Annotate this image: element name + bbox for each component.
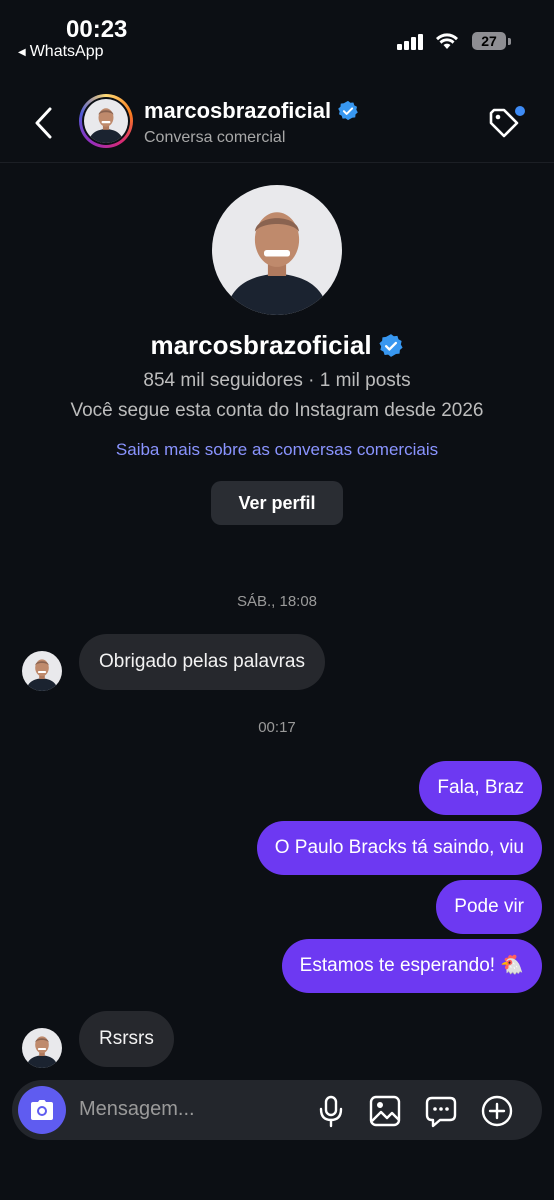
follow-since-text: Você segue esta conta do Instagram desde…	[70, 400, 484, 421]
cellular-signal-icon	[397, 34, 423, 50]
profile-name-text: marcosbrazoficial	[150, 330, 372, 360]
back-arrow-icon[interactable]	[30, 106, 58, 140]
verified-badge-icon	[378, 333, 404, 359]
status-time: 00:23	[66, 16, 128, 43]
profile-name: marcosbrazoficial	[0, 330, 554, 361]
message-outgoing[interactable]: O Paulo Bracks tá saindo, viu	[256, 821, 542, 875]
sender-avatar[interactable]	[22, 1028, 62, 1068]
back-app-label: WhatsApp	[29, 43, 104, 60]
camera-icon	[31, 1100, 53, 1120]
back-to-app-link[interactable]: ◀ WhatsApp	[18, 43, 104, 61]
gallery-icon[interactable]	[368, 1094, 402, 1128]
profile-stats: 854 mil seguidores · 1 mil posts	[143, 370, 411, 391]
message-outgoing[interactable]: Pode vir	[436, 880, 542, 934]
timestamp: SÁB., 18:08	[236, 593, 318, 610]
chat-header: marcosbrazoficial Conversa comercial	[0, 80, 554, 163]
business-chats-link[interactable]: Saiba mais sobre as conversas comerciais	[0, 440, 554, 460]
profile-picture[interactable]	[212, 185, 342, 315]
message-outgoing[interactable]: Fala, Braz	[419, 761, 542, 815]
header-avatar[interactable]	[79, 94, 133, 148]
message-outgoing[interactable]: Estamos te esperando! 🐔	[281, 939, 542, 993]
view-profile-button[interactable]: Ver perfil	[211, 481, 343, 525]
header-username-text: marcosbrazoficial	[144, 98, 332, 123]
header-username[interactable]: marcosbrazoficial	[144, 98, 359, 124]
sticker-chat-icon[interactable]	[424, 1094, 458, 1128]
message-input[interactable]: Mensagem...	[79, 1098, 195, 1121]
message-incoming[interactable]: Obrigado pelas palavras	[79, 634, 325, 690]
back-triangle-icon: ◀	[18, 46, 26, 58]
header-subtitle: Conversa comercial	[144, 129, 286, 146]
message-incoming[interactable]: Rsrsrs	[79, 1011, 174, 1067]
battery-level: 27	[472, 32, 506, 50]
status-bar: 00:23 ◀ WhatsApp 27	[0, 0, 554, 70]
microphone-icon[interactable]	[314, 1094, 348, 1128]
verified-badge-icon	[337, 100, 359, 122]
camera-button[interactable]	[18, 1086, 66, 1134]
add-icon[interactable]	[480, 1094, 514, 1128]
wifi-icon	[436, 33, 458, 49]
timestamp: 00:17	[258, 719, 296, 736]
avatar-image	[84, 99, 128, 143]
message-composer: Mensagem...	[12, 1080, 542, 1140]
battery-tip	[508, 38, 511, 45]
tag-icon[interactable]	[486, 104, 526, 140]
sender-avatar[interactable]	[22, 651, 62, 691]
